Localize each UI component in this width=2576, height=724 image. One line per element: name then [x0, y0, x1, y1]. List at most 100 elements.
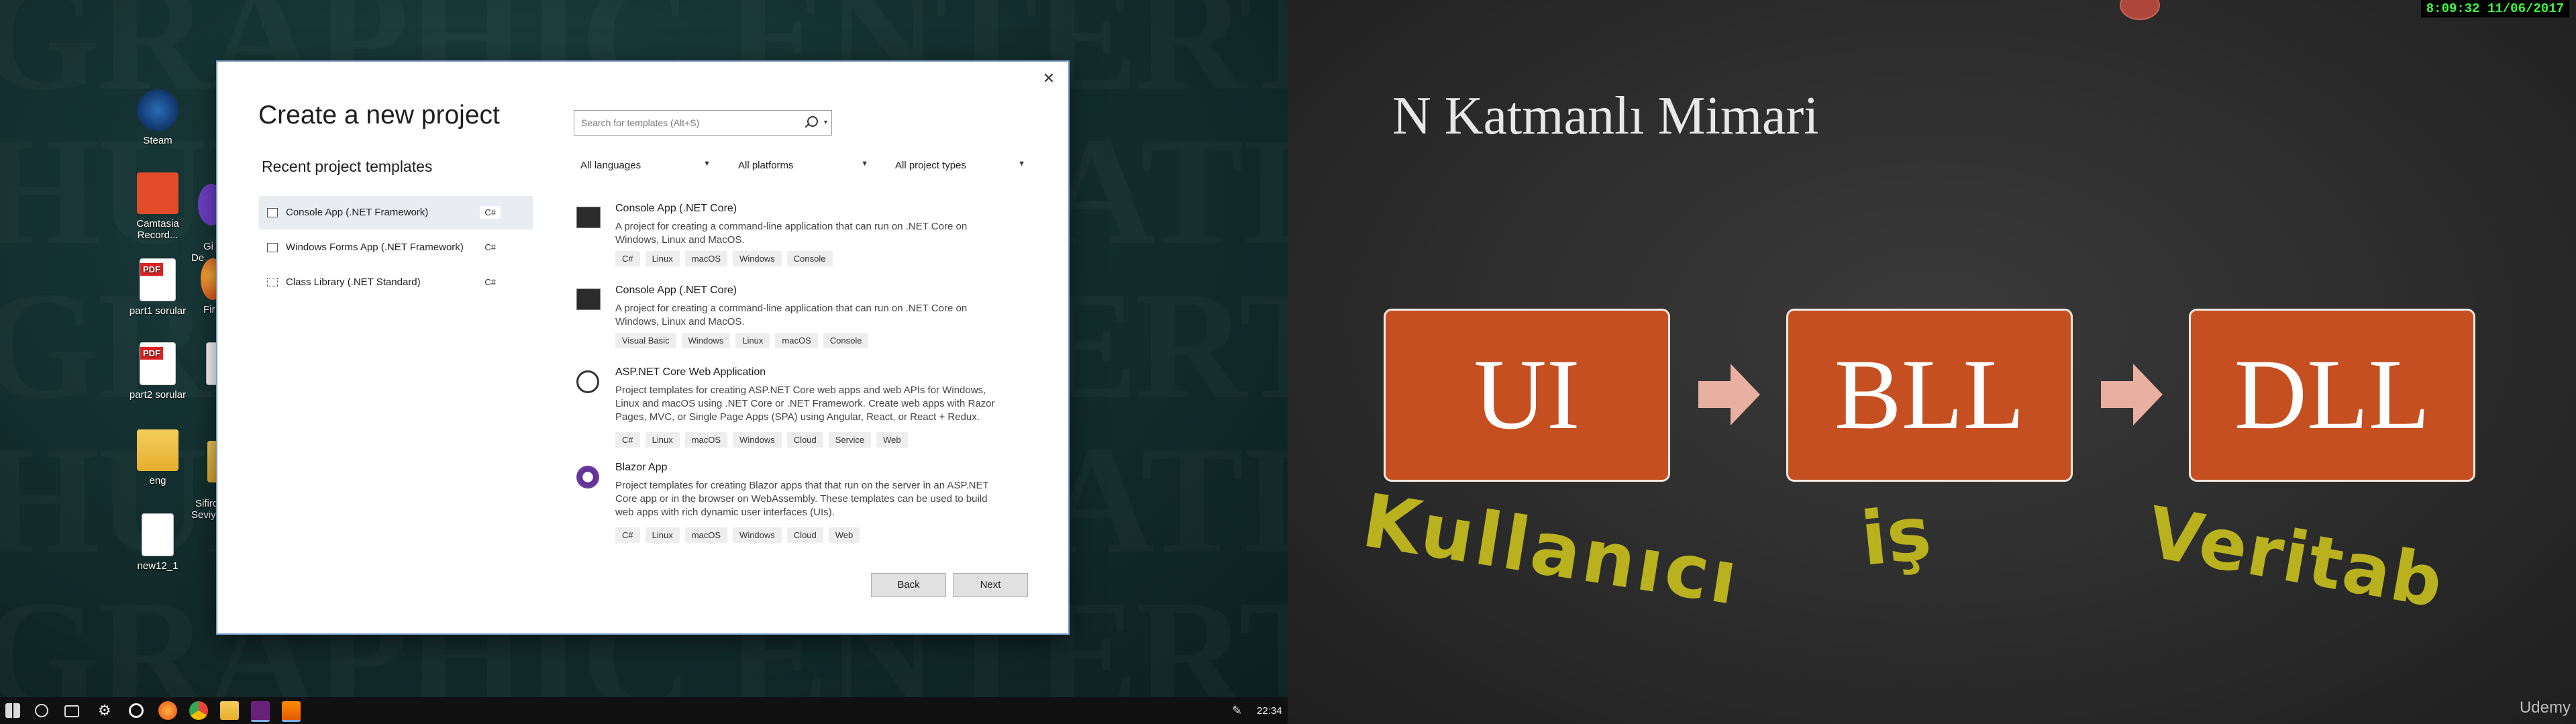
tag: Console — [823, 333, 869, 348]
recent-template-item[interactable]: Windows Forms App (.NET Framework) C# — [259, 231, 533, 264]
template-item-console-app-csharp[interactable]: Console App (.NET Core) A project for cr… — [574, 203, 1030, 276]
close-button[interactable]: ✕ — [1039, 68, 1059, 89]
chevron-down-icon[interactable]: ▾ — [824, 119, 827, 126]
chevron-down-icon: ▼ — [861, 160, 868, 168]
network-icon[interactable]: ✎ — [1232, 704, 1242, 718]
template-description: Project templates for creating Blazor ap… — [615, 480, 989, 518]
tag: Windows — [733, 432, 782, 448]
right-arrow-icon — [1698, 364, 1760, 425]
tag: macOS — [684, 432, 728, 448]
desktop-icon-camtasia[interactable]: Camtasia Record... — [121, 172, 195, 241]
search-icon[interactable] — [35, 704, 48, 717]
search-icon[interactable] — [807, 116, 818, 127]
desktop-icon-eng[interactable]: eng — [121, 429, 195, 486]
recent-template-item[interactable]: Console App (.NET Framework) C# — [259, 196, 533, 229]
chevron-down-icon: ▼ — [703, 160, 711, 168]
desktop-icon-label: part1 sorular — [129, 305, 187, 317]
handwritten-note: iş — [1857, 489, 1935, 583]
desktop-icon-label: part2 sorular — [129, 389, 187, 401]
folder-icon — [137, 429, 178, 471]
language-badge: C# — [484, 277, 496, 287]
close-icon: ✕ — [1042, 70, 1055, 87]
camtasia-icon — [137, 172, 178, 214]
desktop-icon-part2-sorular[interactable]: part2 sorular — [121, 342, 195, 401]
chevron-down-icon: ▼ — [1018, 160, 1025, 168]
template-name: Blazor App — [615, 462, 668, 473]
chrome-icon[interactable] — [189, 701, 208, 720]
windows-forms-icon — [267, 243, 278, 252]
tag: C# — [615, 432, 640, 448]
tag: macOS — [684, 527, 728, 543]
recent-template-item[interactable]: Class Library (.NET Standard) C# — [259, 266, 533, 299]
platform-filter-dropdown[interactable]: All platforms ▼ — [731, 156, 872, 176]
windows-desktop: GRAPHIC ENTERTAINMENT HUMAN ASPIRATION G… — [0, 0, 1288, 724]
template-name: Console App (.NET Core) — [615, 203, 737, 214]
tag: C# — [615, 527, 640, 543]
desktop-icon-label: Camtasia Record... — [136, 218, 179, 241]
template-search-input[interactable]: Search for templates (Alt+S) ▾ — [574, 110, 832, 136]
template-name: ASP.NET Core Web Application — [615, 366, 766, 378]
recent-templates-heading: Recent project templates — [262, 158, 433, 175]
console-app-icon — [267, 208, 278, 217]
desktop-icon-part1-sorular[interactable]: part1 sorular — [121, 258, 195, 317]
tag: C# — [615, 251, 640, 266]
template-tags: C# Linux macOS Windows Cloud Service Web — [615, 432, 908, 448]
tag: Linux — [645, 251, 680, 266]
udemy-logo: Udemy — [2519, 699, 2571, 717]
vlc-icon[interactable] — [282, 701, 301, 722]
template-name: Console App (.NET Core) — [615, 285, 737, 296]
search-placeholder: Search for templates (Alt+S) — [581, 117, 700, 128]
template-item-aspnet-core[interactable]: ASP.NET Core Web Application Project tem… — [574, 366, 1030, 454]
tag: macOS — [775, 333, 818, 348]
taskbar-clock[interactable]: 22:34 — [1257, 705, 1282, 717]
console-app-icon — [576, 207, 601, 228]
recording-icon — [2120, 0, 2160, 20]
class-library-icon — [267, 278, 278, 287]
slide-title: N Katmanlı Mimari — [1392, 87, 1819, 146]
language-filter-dropdown[interactable]: All languages ▼ — [574, 156, 715, 176]
recent-template-name: Windows Forms App (.NET Framework) — [286, 242, 464, 253]
handwritten-note: Kullanıcı — [1357, 477, 1746, 622]
desktop-icon-file[interactable] — [191, 342, 222, 389]
template-tags: Visual Basic Windows Linux macOS Console — [615, 333, 869, 348]
desktop-icon-label: Fir — [203, 304, 215, 315]
language-badge: C# — [480, 206, 501, 219]
presentation-slide: 8:09:32 11/06/2017 N Katmanlı Mimari UI … — [1288, 0, 2576, 724]
desktop-icon-label: eng — [149, 475, 166, 486]
web-globe-icon — [576, 370, 599, 393]
template-item-console-app-vb[interactable]: Console App (.NET Core) A project for cr… — [574, 285, 1030, 358]
template-description: A project for creating a command-line ap… — [615, 221, 968, 246]
steam-icon — [137, 89, 178, 131]
recent-template-name: Console App (.NET Framework) — [286, 207, 429, 218]
next-button[interactable]: Next — [953, 573, 1028, 597]
tag: Visual Basic — [615, 333, 676, 348]
layer-box-dll: DLL — [2189, 309, 2475, 482]
tag: Windows — [733, 527, 782, 543]
language-filter-label: All languages — [580, 160, 641, 171]
desktop-icon-steam[interactable]: Steam — [121, 89, 195, 146]
file-explorer-icon[interactable] — [220, 701, 239, 720]
project-type-filter-dropdown[interactable]: All project types ▼ — [888, 156, 1029, 176]
desktop-icon-new12-1[interactable]: new12_1 — [121, 513, 195, 572]
handwritten-note: Veritab — [2141, 491, 2450, 624]
tag: Windows — [681, 333, 731, 348]
taskbar: ⚙ ✎ 22:34 — [0, 697, 1288, 724]
tag: Web — [828, 527, 860, 543]
task-view-icon[interactable] — [64, 705, 79, 717]
blazor-icon — [576, 466, 599, 488]
firefox-icon[interactable] — [158, 701, 177, 720]
template-tags: C# Linux macOS Windows Cloud Web — [615, 527, 860, 543]
obs-icon[interactable] — [129, 703, 144, 718]
settings-icon[interactable]: ⚙ — [98, 701, 117, 720]
tag: Web — [876, 432, 908, 448]
platform-filter-label: All platforms — [738, 160, 794, 171]
back-button[interactable]: Back — [871, 573, 946, 597]
start-icon[interactable] — [5, 703, 20, 718]
right-arrow-icon — [2101, 364, 2163, 425]
template-item-blazor-app[interactable]: Blazor App Project templates for creatin… — [574, 462, 1030, 549]
tag: macOS — [684, 251, 728, 266]
visual-studio-icon[interactable] — [251, 701, 270, 722]
desktop-icon-label: Steam — [143, 135, 172, 146]
desktop-icon-label: Sifird Seviy — [191, 498, 219, 521]
tag: Linux — [645, 432, 680, 448]
